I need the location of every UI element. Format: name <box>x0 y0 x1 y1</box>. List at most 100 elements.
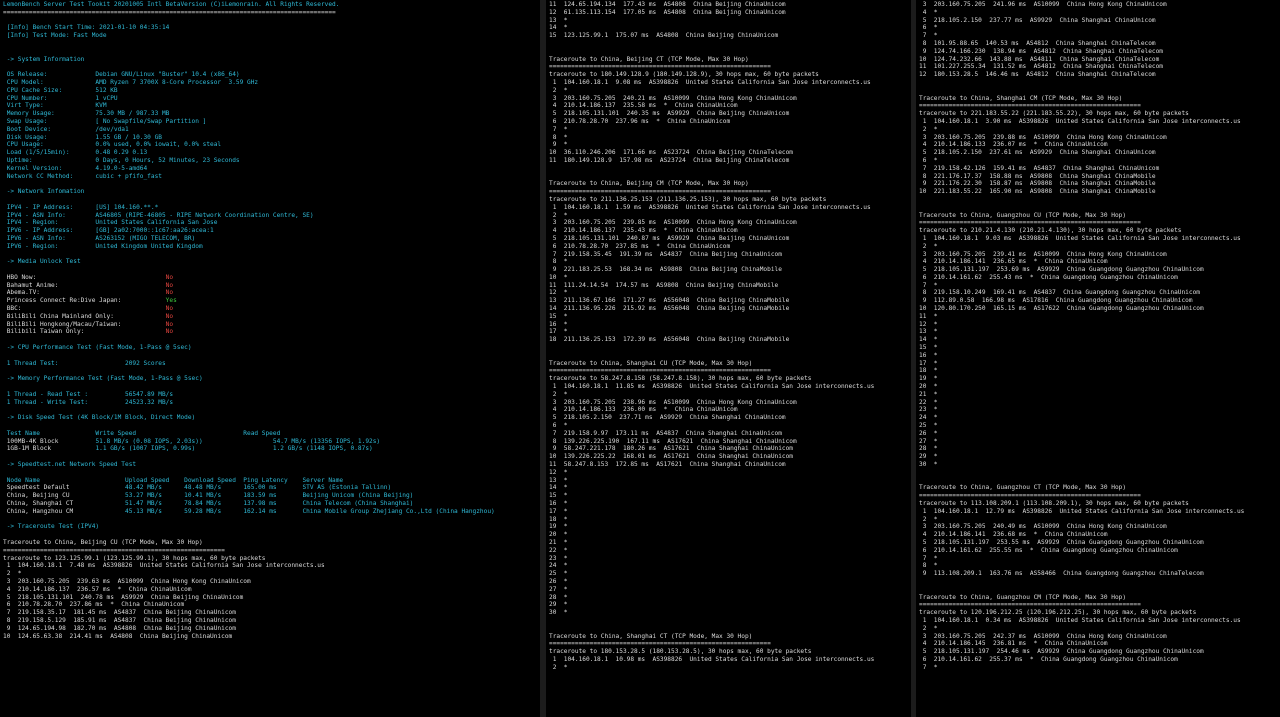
terminal-text: 9 221.176.22.30 158.87 ms AS9808 China S… <box>919 180 1156 188</box>
terminal-text: 1 104.160.18.1 12.79 ms AS398826 United … <box>919 507 1245 515</box>
terminal-text: IPV4 - ASN Info: AS46805 (RIPE-46805 - R… <box>3 211 314 219</box>
terminal-text-segment: 53.27 MB/s 10.41 MB/s 183.59 ms Beijing … <box>125 492 414 500</box>
terminal-line: Boot Device: /dev/vda1 <box>3 126 537 134</box>
terminal-line: 6 210.78.28.70 237.86 ms * China ChinaUn… <box>3 601 537 609</box>
terminal-line: Speedtest Default 48.42 MB/s 48.48 MB/s … <box>3 484 537 492</box>
terminal-text: Traceroute to China, Guangzhou CU (TCP M… <box>919 211 1127 219</box>
terminal-text: traceroute to 113.108.209.1 (113.108.209… <box>919 500 1189 507</box>
terminal-line: 1 Thread - Read Test : 56547.89 MB/s <box>3 391 537 399</box>
terminal-text: 6 210.14.161.62 255.55 ms * China Guangd… <box>919 546 1178 554</box>
terminal-line: 8 139.226.225.190 167.11 ms AS17621 Chin… <box>549 438 908 446</box>
terminal-line: 9 113.108.209.1 163.76 ms AS58466 China … <box>919 570 1277 578</box>
terminal-line: traceroute to 180.153.28.5 (180.153.28.5… <box>549 648 908 656</box>
terminal-line: 5 218.105.131.101 240.78 ms AS9929 China… <box>3 594 537 602</box>
terminal-text-segment: 1.1 GB/s (1007 IOPS, 0.99s) 1.2 GB/s (11… <box>95 445 373 453</box>
terminal-line: 23 * <box>919 406 1277 414</box>
terminal-text: 3 203.160.75.205 239.63 ms AS10099 China… <box>3 577 251 585</box>
terminal-line: 27 * <box>549 586 908 594</box>
terminal-line: 4 210.14.186.133 236.07 ms * China China… <box>919 141 1277 149</box>
terminal-text: -> Speedtest.net Network Speed Test <box>3 461 137 469</box>
terminal-text: 5 218.105.2.150 237.61 ms AS9929 China S… <box>919 149 1156 157</box>
terminal-pane-right[interactable]: 3 203.160.75.205 241.96 ms AS10099 China… <box>916 0 1280 717</box>
terminal-text: Swap Usage: [ No Swapfile/Swap Partition… <box>3 117 207 125</box>
terminal-text: 7 219.158.35.45 191.39 ms AS4837 China B… <box>549 250 782 258</box>
terminal-text: Traceroute to China, Beijing CU (TCP Mod… <box>3 538 203 546</box>
terminal-line: Bilibili Taiwan Only: No <box>3 328 537 336</box>
terminal-text: 16 * <box>549 500 568 507</box>
terminal-text: 7 * <box>549 125 568 133</box>
terminal-text: 1 104.160.18.1 7.48 ms AS398826 United S… <box>3 562 325 570</box>
terminal-line: 10 139.226.225.22 168.01 ms AS17621 Chin… <box>549 453 908 461</box>
terminal-line: Princess Connect Re:Dive Japan: Yes <box>3 297 537 305</box>
terminal-text: Traceroute to China, Guangzhou CM (TCP M… <box>919 593 1127 601</box>
terminal-line: BiliBili China Mainland Only: No <box>3 313 537 321</box>
terminal-text: 22 * <box>549 546 568 554</box>
terminal-text-segment: China, Shanghai CT <box>3 500 126 507</box>
terminal-text: 13 * <box>549 16 568 24</box>
terminal-pane-middle[interactable]: 11 124.65.194.134 177.43 ms AS4808 China… <box>546 0 911 717</box>
terminal-line: Traceroute to China, Shanghai CT (TCP Mo… <box>549 633 908 641</box>
terminal-text: 28 * <box>919 445 938 453</box>
terminal-text: 4 210.14.186.145 236.81 ms * China China… <box>919 640 1108 648</box>
terminal-text: 4 210.14.186.141 236.68 ms * China China… <box>919 531 1108 539</box>
terminal-text: 11 101.227.255.34 131.52 ms AS4812 China… <box>919 63 1164 71</box>
terminal-text: 4 210.14.186.137 235.58 ms * China China… <box>549 102 738 110</box>
terminal-text: 4 210.14.186.137 236.57 ms * China China… <box>3 585 192 593</box>
terminal-text: 3 203.160.75.205 239.88 ms AS10099 China… <box>919 133 1167 141</box>
terminal-text-segment: Bilibili Taiwan Only: <box>3 328 166 336</box>
terminal-line: BBC: No <box>3 305 537 313</box>
terminal-text: 12 * <box>549 289 568 297</box>
terminal-line: 1 104.160.18.1 12.79 ms AS398826 United … <box>919 508 1277 516</box>
terminal-text: 4 210.14.186.141 236.65 ms * China China… <box>919 258 1108 266</box>
terminal-line: Traceroute to China, Guangzhou CU (TCP M… <box>919 212 1277 220</box>
terminal-text: 30 * <box>549 609 568 617</box>
terminal-text: 14 211.136.95.226 215.92 ms AS56048 Chin… <box>549 305 790 313</box>
terminal-line: ========================================… <box>919 102 1277 110</box>
terminal-text: 10 139.226.225.22 168.01 ms AS17621 Chin… <box>549 453 794 461</box>
terminal-line: 10 124.65.63.38 214.41 ms AS4808 China B… <box>3 633 537 641</box>
terminal-text: 3 203.160.75.205 241.96 ms AS10099 China… <box>919 1 1167 8</box>
terminal-text-segment: 100MB-4K Block <box>3 437 96 445</box>
terminal-line: 9 124.74.166.230 138.94 ms AS4812 China … <box>919 48 1277 56</box>
terminal-text: -> Disk Speed Test (4K Block/1M Block, D… <box>3 414 196 422</box>
terminal-text: 12 * <box>549 468 568 476</box>
terminal-text: 9 124.65.194.98 182.70 ms AS4808 China B… <box>3 624 236 632</box>
terminal-line: 4 210.14.186.141 236.65 ms * China China… <box>919 258 1277 266</box>
terminal-text: IPV4 - Region: United States California … <box>3 219 218 227</box>
terminal-line: China, Shanghai CT 51.47 MB/s 78.84 MB/s… <box>3 500 537 508</box>
terminal-line: 16 * <box>549 321 908 329</box>
terminal-text: 3 203.160.75.205 238.96 ms AS10099 China… <box>549 398 797 406</box>
terminal-text-segment: No <box>165 305 174 313</box>
terminal-line: 19 * <box>549 523 908 531</box>
terminal-text: Traceroute to China, Beijing CT (TCP Mod… <box>549 55 749 63</box>
terminal-text: 15 123.125.99.1 175.07 ms AS4808 China B… <box>549 32 779 40</box>
terminal-text-segment: No <box>165 312 174 320</box>
terminal-line: 4 210.14.186.137 235.58 ms * China China… <box>549 102 908 110</box>
terminal-line: 3 203.160.75.205 239.88 ms AS10099 China… <box>919 134 1277 142</box>
terminal-text: 2 * <box>3 570 22 578</box>
terminal-text: 14 * <box>549 484 568 492</box>
terminal-text: 5 218.105.131.197 253.55 ms AS9929 China… <box>919 538 1204 546</box>
terminal-pane-left[interactable]: LemonBench Server Test Tookit 20201005 I… <box>0 0 540 717</box>
terminal-line: 2 * <box>919 625 1277 633</box>
terminal-line: -> Media Unlock Test <box>3 258 537 266</box>
terminal-line: Uptime: 0 Days, 0 Hours, 52 Minutes, 23 … <box>3 157 537 165</box>
terminal-line: 1 104.160.18.1 11.85 ms AS398826 United … <box>549 383 908 391</box>
terminal-text-segment: No <box>165 320 174 328</box>
terminal-text: 5 218.105.2.150 237.77 ms AS9929 China S… <box>919 16 1156 24</box>
terminal-text: 9 221.183.25.53 168.34 ms AS9808 China B… <box>549 266 782 274</box>
terminal-line: traceroute to 123.125.99.1 (123.125.99.1… <box>3 555 537 563</box>
terminal-line: [Info] Test Mode: Fast Mode <box>3 32 537 40</box>
terminal-text: 6 210.78.28.70 237.85 ms * China ChinaUn… <box>549 242 731 250</box>
terminal-text: 25 * <box>919 422 938 430</box>
terminal-line: ========================================… <box>919 219 1277 227</box>
terminal-text: 4 210.14.186.133 236.00 ms * China China… <box>549 406 738 414</box>
